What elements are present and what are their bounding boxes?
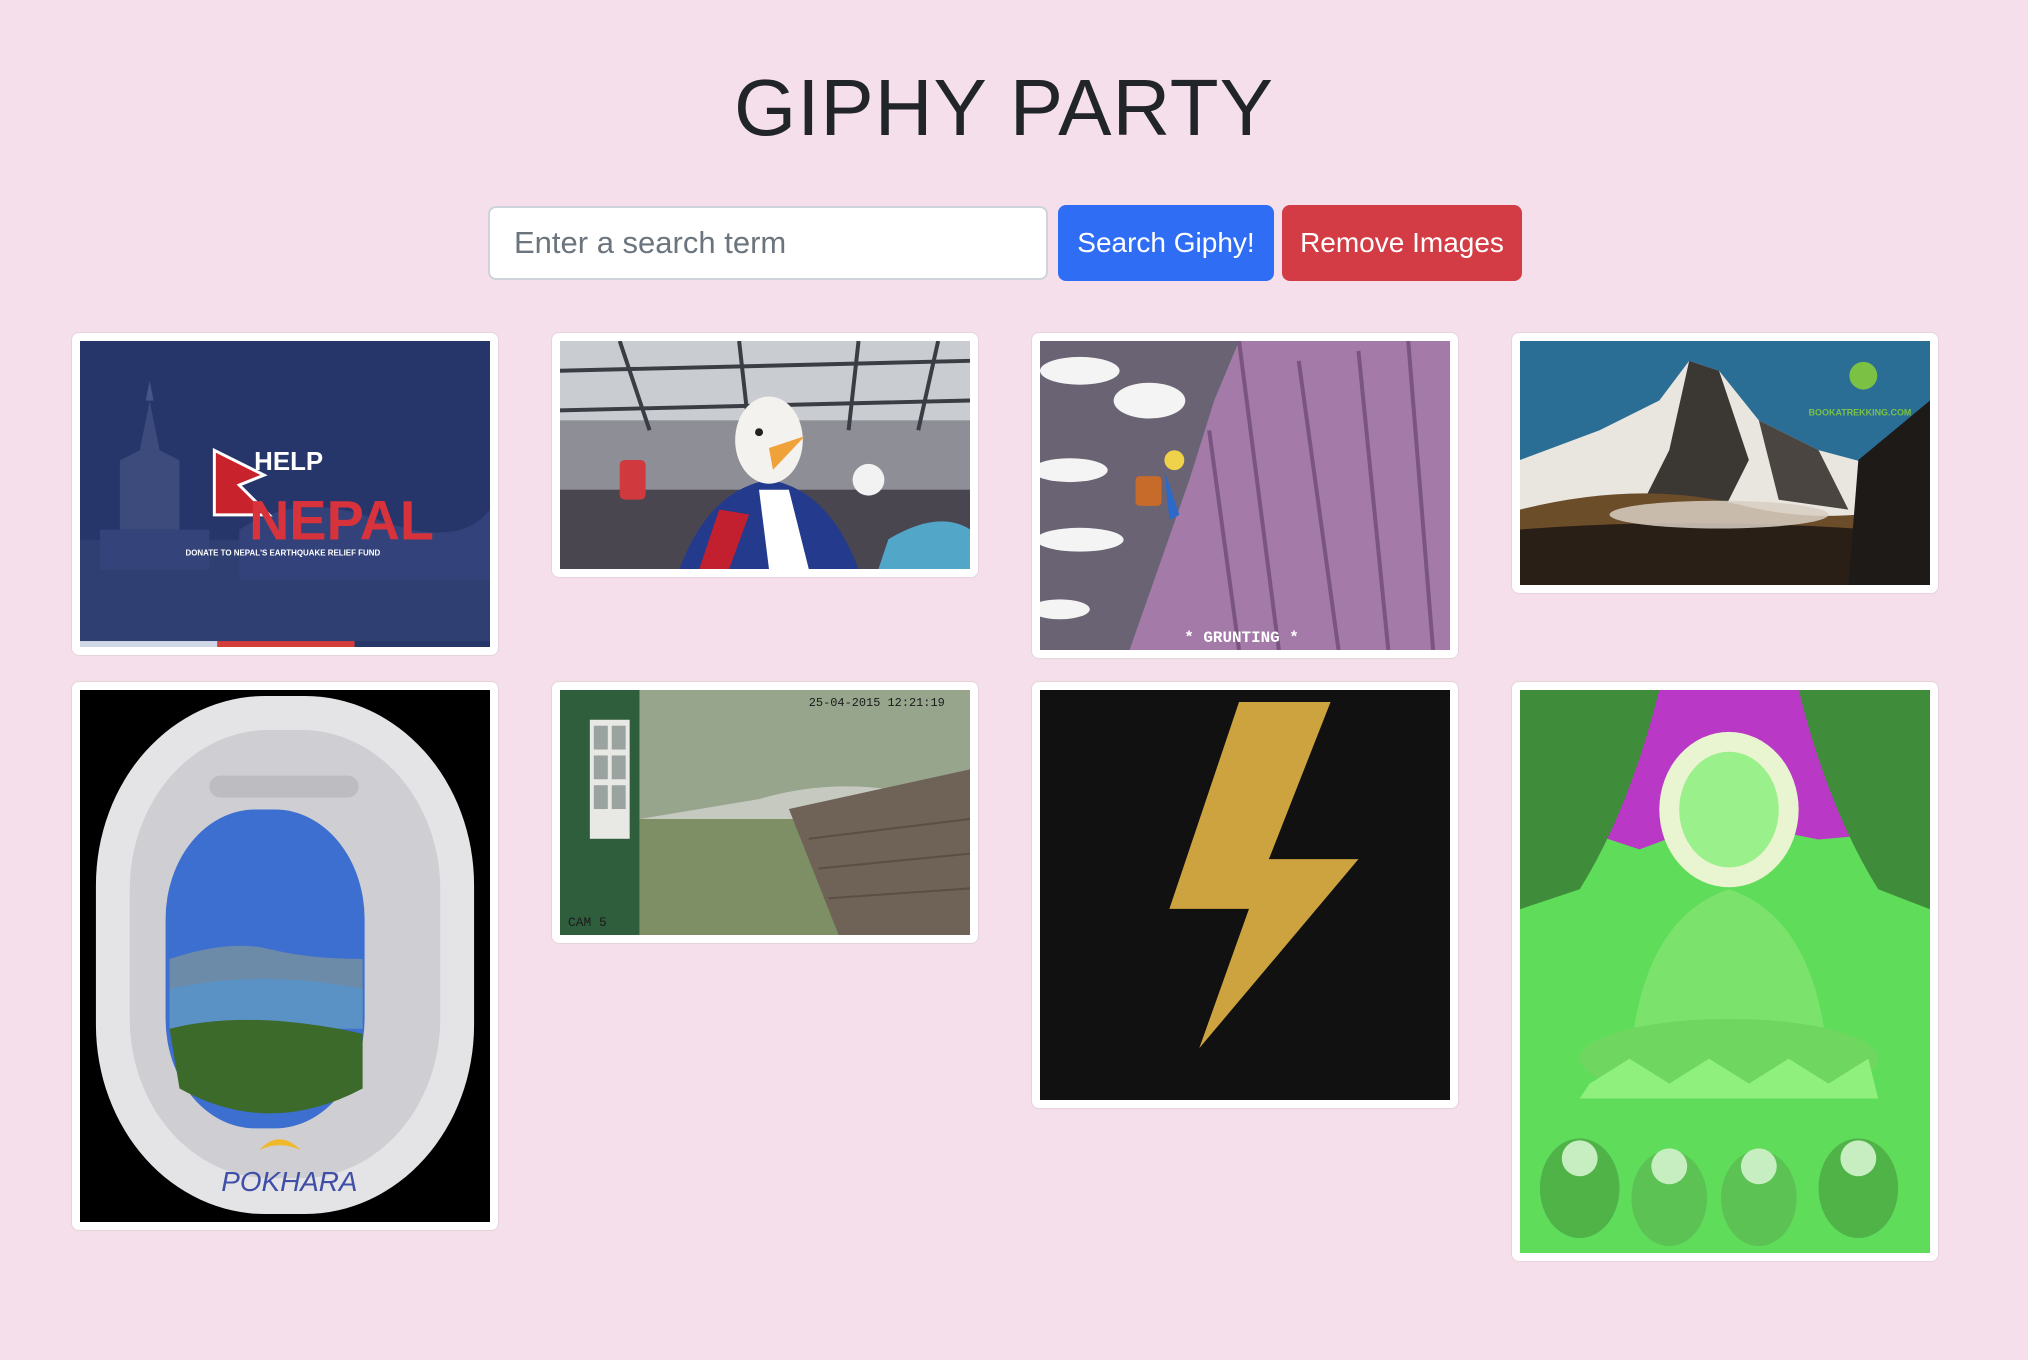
eagle-mascot-gif (560, 341, 970, 569)
donate-caption: DONATE TO NEPAL'S EARTHQUAKE RELIEF FUND (185, 549, 380, 558)
search-input[interactable] (488, 206, 1048, 280)
mountain-climbing-cartoon-gif: * GRUNTING * (1040, 341, 1450, 650)
gif-card (1031, 681, 1459, 1109)
gif-card: HELP NEPAL DONATE TO NEPAL'S EARTHQUAKE … (71, 332, 499, 656)
grunting-caption: * GRUNTING * (1184, 629, 1299, 647)
help-text: HELP (254, 448, 323, 476)
cctv-camera-label: CAM 5 (568, 915, 607, 930)
pokhara-caption: POKHARA (221, 1166, 357, 1197)
search-giphy-button[interactable]: Search Giphy! (1058, 205, 1274, 281)
green-buddha-gif (1520, 690, 1930, 1253)
gif-card: POKHARA (71, 681, 499, 1231)
gif-card: BOOKATREKKING.COM (1511, 332, 1939, 594)
nepal-text: NEPAL (249, 490, 434, 552)
everest-mountain-gif: BOOKATREKKING.COM (1520, 341, 1930, 585)
gif-card (551, 332, 979, 578)
gif-card: 25-04-2015 12:21:19 CAM 5 (551, 681, 979, 944)
bookatrekking-watermark: BOOKATREKKING.COM (1809, 407, 1912, 417)
lightning-bolt-gif (1040, 690, 1450, 1100)
remove-images-button[interactable]: Remove Images (1282, 205, 1522, 281)
gif-card: * GRUNTING * (1031, 332, 1459, 659)
help-nepal-gif: HELP NEPAL DONATE TO NEPAL'S EARTHQUAKE … (80, 341, 490, 647)
pokhara-airplane-window-gif: POKHARA (80, 690, 490, 1222)
page-title: GIPHY PARTY (733, 63, 1275, 152)
cctv-earthquake-gif: 25-04-2015 12:21:19 CAM 5 (560, 690, 970, 935)
gif-card (1511, 681, 1939, 1262)
cctv-timestamp: 25-04-2015 12:21:19 (809, 696, 945, 710)
